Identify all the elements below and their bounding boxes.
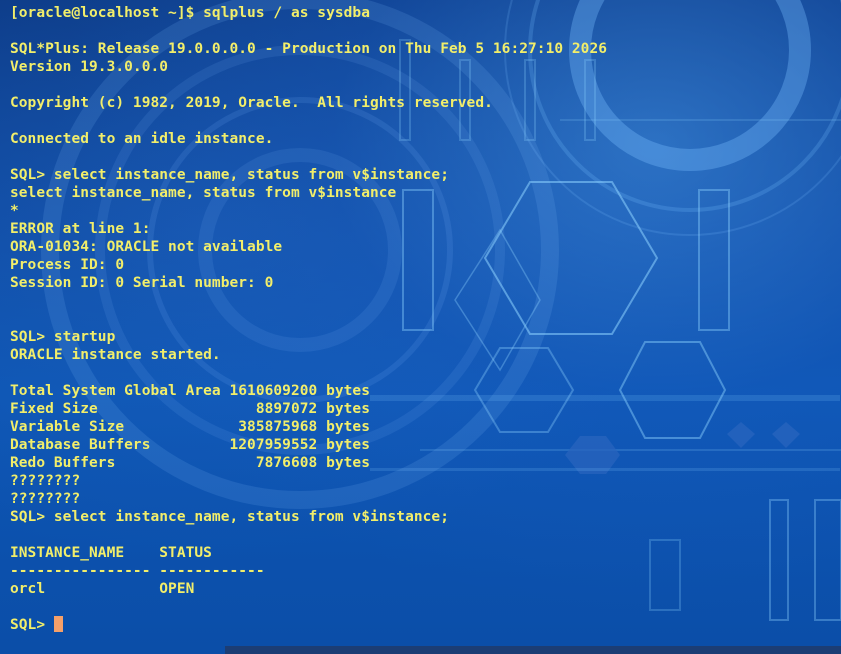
terminal-line: Variable Size 385875968 bytes bbox=[10, 419, 370, 435]
terminal-line: Session ID: 0 Serial number: 0 bbox=[10, 275, 274, 291]
terminal-line: SQL> select instance_name, status from v… bbox=[10, 509, 449, 525]
terminal-line: Version 19.3.0.0.0 bbox=[10, 59, 169, 75]
terminal-line: SQL> startup bbox=[10, 329, 116, 345]
terminal-line: Total System Global Area 1610609200 byte… bbox=[10, 383, 370, 399]
text-cursor[interactable] bbox=[53, 616, 63, 632]
terminal-line: * bbox=[10, 203, 19, 219]
terminal-line: ORACLE instance started. bbox=[10, 347, 221, 363]
prompt-line[interactable]: SQL> bbox=[10, 616, 607, 634]
terminal-line: [oracle@localhost ~]$ sqlplus / as sysdb… bbox=[10, 5, 370, 21]
terminal-line: INSTANCE_NAME STATUS bbox=[10, 545, 212, 561]
terminal-output[interactable]: [oracle@localhost ~]$ sqlplus / as sysdb… bbox=[10, 4, 607, 634]
terminal-line: Connected to an idle instance. bbox=[10, 131, 274, 147]
terminal-line: Process ID: 0 bbox=[10, 257, 125, 273]
terminal-line: Fixed Size 8897072 bytes bbox=[10, 401, 370, 417]
terminal-line: Redo Buffers 7876608 bytes bbox=[10, 455, 370, 471]
terminal-line: ???????? bbox=[10, 491, 81, 507]
terminal-window[interactable]: [oracle@localhost ~]$ sqlplus / as sysdb… bbox=[0, 0, 841, 654]
terminal-line: ???????? bbox=[10, 473, 81, 489]
terminal-line: ---------------- ------------ bbox=[10, 563, 265, 579]
sql-prompt: SQL> bbox=[10, 617, 54, 633]
terminal-line: orcl OPEN bbox=[10, 581, 195, 597]
terminal-line: Database Buffers 1207959552 bytes bbox=[10, 437, 370, 453]
terminal-line: Copyright (c) 1982, 2019, Oracle. All ri… bbox=[10, 95, 493, 111]
terminal-line: ERROR at line 1: bbox=[10, 221, 151, 237]
terminal-line: ORA-01034: ORACLE not available bbox=[10, 239, 283, 255]
terminal-line: SQL> select instance_name, status from v… bbox=[10, 167, 449, 183]
terminal-line: select instance_name, status from v$inst… bbox=[10, 185, 397, 201]
terminal-line: SQL*Plus: Release 19.0.0.0.0 - Productio… bbox=[10, 41, 608, 57]
